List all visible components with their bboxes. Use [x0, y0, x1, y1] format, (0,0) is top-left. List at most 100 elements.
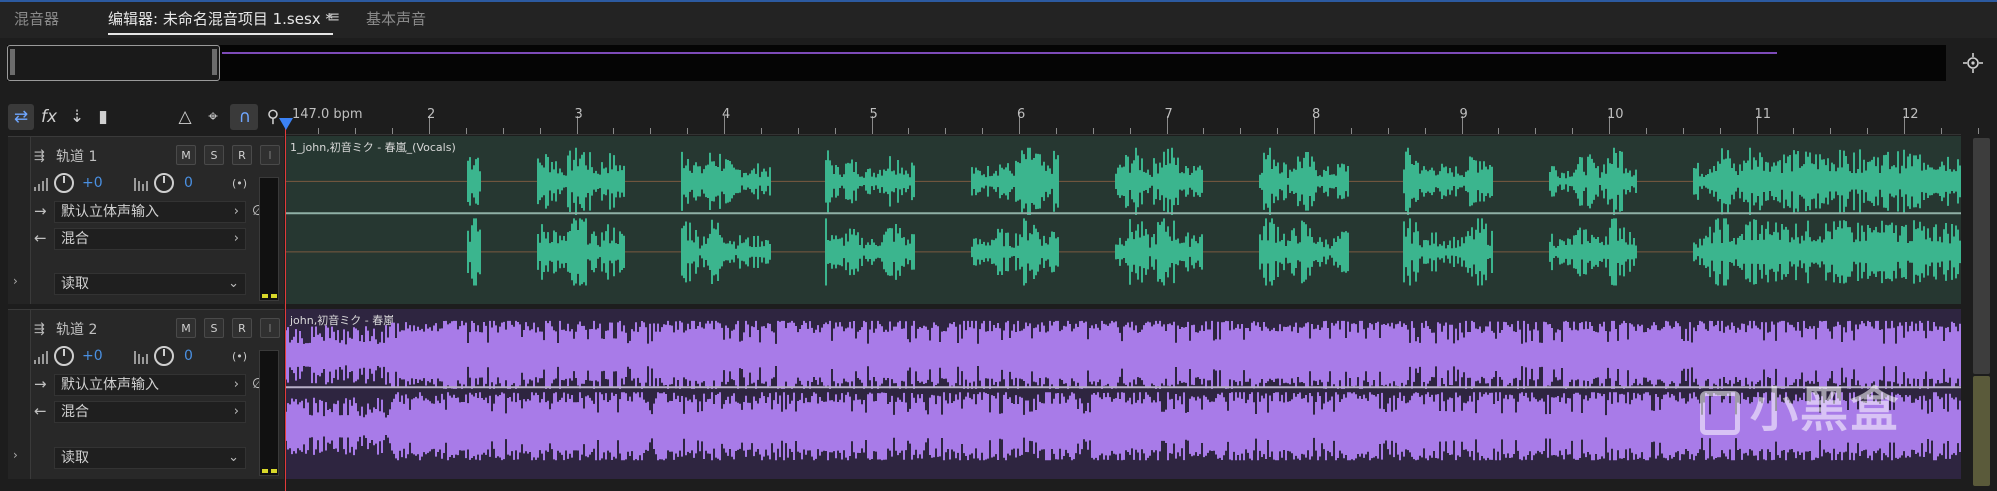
ruler-beat-label: 11 [1754, 107, 1772, 122]
zoom-to-fit-icon[interactable] [1962, 52, 1984, 74]
watermark-text: 小黑盒 [1750, 382, 1901, 438]
input-arrow-icon: → [34, 202, 47, 220]
ruler-minor-tick [1535, 128, 1537, 134]
ruler-minor-tick [1387, 128, 1389, 134]
meter-bar-right [271, 469, 277, 473]
vertical-scrollbar[interactable] [1970, 136, 1994, 491]
hamburger-menu-icon[interactable]: ≡ [327, 7, 340, 26]
zoom-navigator-viewport[interactable] [7, 45, 220, 81]
viewport-left-handle[interactable] [10, 49, 15, 75]
playhead-marker[interactable] [279, 118, 293, 130]
output-arrow-icon: ← [34, 229, 47, 247]
pan-value[interactable]: 0 [184, 348, 193, 364]
ruler-beat-label: 7 [1164, 107, 1173, 122]
zoom-navigator[interactable] [7, 45, 1946, 81]
ruler-minor-tick [1645, 128, 1647, 134]
expand-chevron-icon[interactable]: › [13, 274, 18, 288]
clip-waveform-vocals[interactable] [286, 136, 1961, 304]
ruler-beat-label: 4 [722, 107, 731, 122]
output-select-value: 混合 [61, 404, 89, 420]
scrollbar-thumb[interactable] [1973, 138, 1990, 374]
ruler-minor-tick [1793, 128, 1795, 134]
ruler-minor-tick [1129, 128, 1131, 134]
input-select[interactable]: 默认立体声输入 › [54, 374, 246, 396]
ruler-minor-tick [1240, 128, 1242, 134]
solo-button[interactable]: S [204, 318, 224, 338]
ruler-minor-tick [1203, 128, 1205, 134]
meter-bar-left [262, 294, 268, 298]
output-select[interactable]: 混合 › [54, 228, 246, 250]
scrollbar-thumb-lower[interactable] [1973, 376, 1990, 486]
automation-mode-value: 读取 [61, 450, 89, 466]
tab-editor[interactable]: 编辑器: 未命名混音项目 1.sesx * [108, 8, 333, 35]
ruler-minor-tick [613, 128, 615, 134]
track-lane-1[interactable]: 1_john,初音ミク - 春嵐_(Vocals) [286, 136, 1961, 304]
metronome-icon[interactable]: △ [172, 104, 198, 130]
bpm-label: 147.0 bpm [292, 107, 363, 122]
expand-chevron-icon[interactable]: › [13, 448, 18, 462]
solo-button[interactable]: S [204, 145, 224, 165]
pan-knob[interactable] [154, 346, 174, 366]
volume-knob[interactable] [54, 173, 74, 193]
output-arrow-icon: ← [34, 402, 47, 420]
sends-icon[interactable]: ⇣ [64, 104, 90, 130]
ruler-minor-tick [502, 128, 504, 134]
loop-icon[interactable]: ⇄ [8, 104, 34, 130]
ruler-minor-tick [1055, 128, 1057, 134]
mute-button[interactable]: M [176, 145, 196, 165]
audio-track-icon: ⇶ [34, 149, 45, 164]
stereo-icon[interactable]: (•) [232, 177, 247, 190]
ruler-minor-tick [1940, 128, 1942, 134]
volume-knob[interactable] [54, 346, 74, 366]
pan-value[interactable]: 0 [184, 175, 193, 191]
watermark-icon [1700, 391, 1740, 435]
automation-mode-select[interactable]: 读取 ⌄ [54, 447, 246, 469]
volume-icon [34, 350, 50, 364]
track-name[interactable]: 轨道 1 [56, 146, 97, 166]
volume-value[interactable]: +0 [82, 348, 103, 364]
ruler-minor-tick [797, 128, 799, 134]
track-name[interactable]: 轨道 2 [56, 319, 97, 339]
output-select-value: 混合 [61, 231, 89, 247]
meter-bar-left [262, 469, 268, 473]
input-select[interactable]: 默认立体声输入 › [54, 201, 246, 223]
fx-icon[interactable]: fx [36, 104, 62, 130]
track-color-strip: › [8, 310, 31, 479]
tab-essential-sound[interactable]: 基本声音 [366, 8, 426, 29]
automation-mode-select[interactable]: 读取 ⌄ [54, 273, 246, 295]
input-monitor-button[interactable]: I [260, 318, 280, 338]
ruler-beat-label: 8 [1312, 107, 1321, 122]
track-header-2[interactable]: › ⇶ 轨道 2 M S R I +0 0 (•) → 默认立体声输入 › ∅ … [8, 309, 284, 479]
track-header-1[interactable]: › ⇶ 轨道 1 M S R I +0 0 (•) → 默认立体声输入 › ∅ … [8, 136, 284, 304]
pan-knob[interactable] [154, 173, 174, 193]
record-arm-button[interactable]: R [232, 318, 252, 338]
tab-mixer[interactable]: 混音器 [14, 8, 59, 29]
input-monitor-button[interactable]: I [260, 145, 280, 165]
ruler-minor-tick [539, 128, 541, 134]
ruler-minor-tick [1867, 128, 1869, 134]
meter-bar-right [271, 294, 277, 298]
ruler-minor-tick [355, 128, 357, 134]
chevron-down-icon: ⌄ [228, 276, 239, 291]
level-meter [259, 350, 279, 476]
eq-icon[interactable]: ▮ [90, 104, 116, 130]
audio-track-icon: ⇶ [34, 322, 45, 337]
record-arm-button[interactable]: R [232, 145, 252, 165]
chevron-right-icon: › [233, 377, 239, 392]
ruler-beat-label: 10 [1607, 107, 1624, 122]
ruler-beat-label: 3 [574, 107, 583, 122]
time-ruler[interactable]: 147.0 bpm 2 3 4 5 6 7 8 9 10 11 12 [286, 104, 1979, 135]
snap-magnet-icon[interactable]: ∩ [232, 104, 258, 130]
chevron-right-icon: › [233, 404, 239, 419]
ruler-beat-label: 5 [869, 107, 878, 122]
time-select-icon[interactable]: ⌖ [200, 104, 226, 130]
chevron-down-icon: ⌄ [228, 450, 239, 465]
volume-value[interactable]: +0 [82, 175, 103, 191]
pan-icon [134, 350, 150, 364]
ruler-minor-tick [1350, 128, 1352, 134]
viewport-right-handle[interactable] [212, 49, 217, 75]
stereo-icon[interactable]: (•) [232, 350, 247, 363]
output-select[interactable]: 混合 › [54, 401, 246, 423]
playhead-line[interactable] [285, 118, 286, 491]
mute-button[interactable]: M [176, 318, 196, 338]
